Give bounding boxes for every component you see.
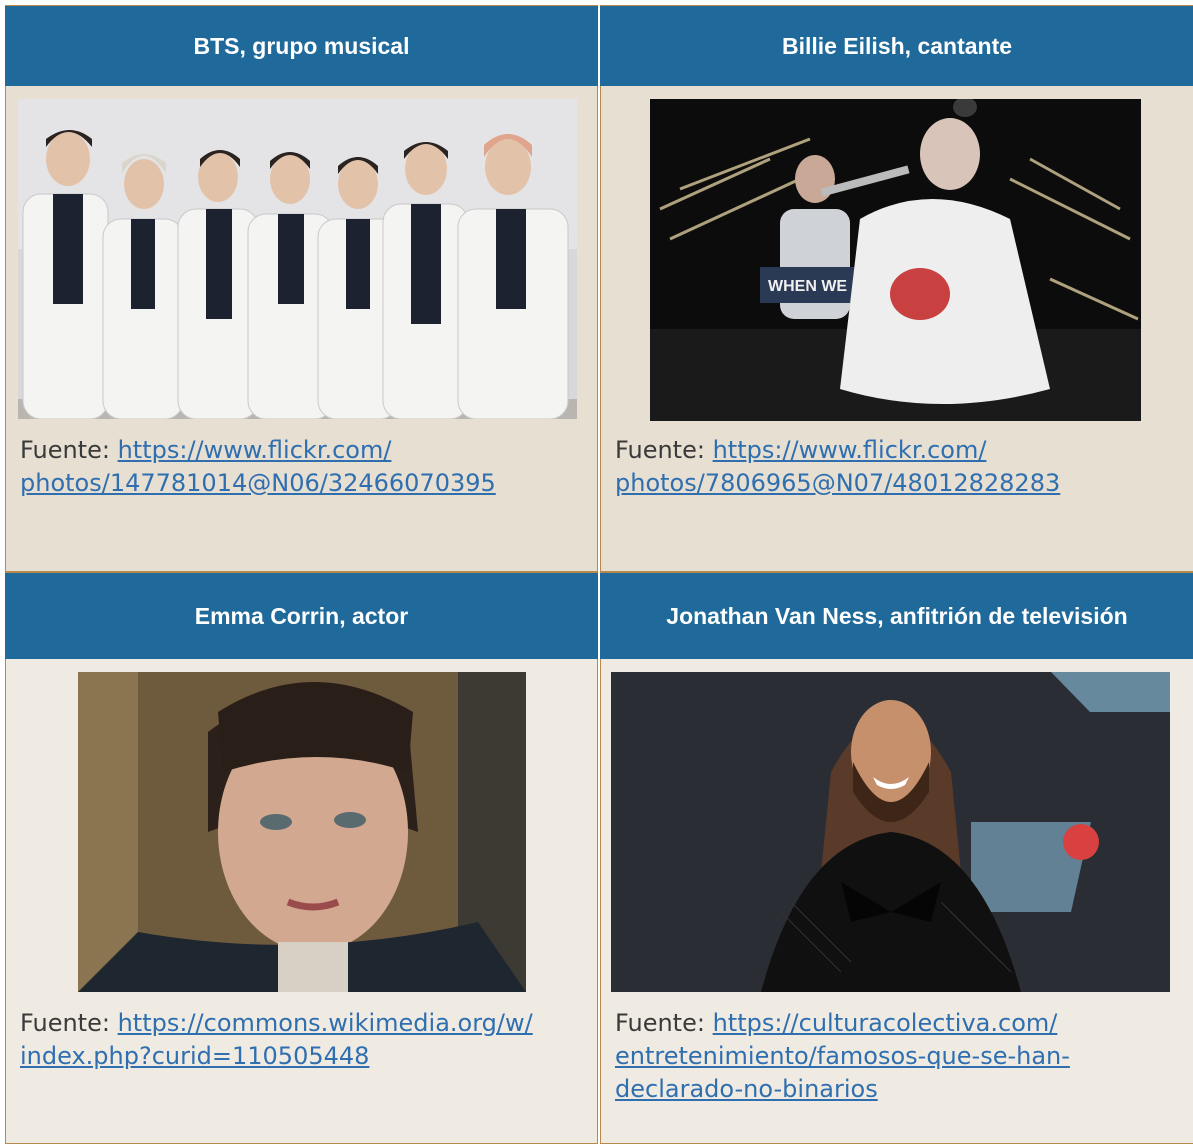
card-body-emma: Fuente: https://commons.wikimedia.org/w/… <box>5 659 598 1144</box>
card-title: Emma Corrin, actor <box>194 602 409 629</box>
card-title: Jonathan Van Ness, anfitrión de televisi… <box>666 602 1128 629</box>
source-text: Fuente: https://www.flickr.com/photos/14… <box>20 434 583 500</box>
source-label: Fuente: <box>20 1009 110 1037</box>
card-title: BTS, grupo musical <box>193 32 410 59</box>
card-header-billie: Billie Eilish, cantante <box>600 5 1193 86</box>
card-header-jonathan: Jonathan Van Ness, anfitrión de televisi… <box>600 572 1193 659</box>
source-text: Fuente: https://culturacolectiva.com/ent… <box>615 1007 1179 1106</box>
card-body-bts: Fuente: https://www.flickr.com/photos/14… <box>5 86 598 572</box>
card-header-emma: Emma Corrin, actor <box>5 572 598 659</box>
stage-sign-text: WHEN WE <box>768 278 847 295</box>
source-label: Fuente: <box>615 436 705 464</box>
emma-corrin-photo <box>78 672 526 992</box>
source-text: Fuente: https://www.flickr.com/photos/78… <box>615 434 1179 500</box>
card-body-jonathan: Fuente: https://culturacolectiva.com/ent… <box>600 659 1193 1144</box>
card-header-bts: BTS, grupo musical <box>5 5 598 86</box>
source-label: Fuente: <box>20 436 110 464</box>
bts-photo <box>18 99 577 419</box>
jonathan-van-ness-photo <box>611 672 1170 992</box>
billie-eilish-photo: WHEN WE <box>650 99 1141 421</box>
source-label: Fuente: <box>615 1009 705 1037</box>
card-body-billie: WHEN WE Fuente: https://www.flickr.com/p… <box>600 86 1193 572</box>
card-title: Billie Eilish, cantante <box>781 32 1013 59</box>
source-text: Fuente: https://commons.wikimedia.org/w/… <box>20 1007 583 1073</box>
celebrity-table: BTS, grupo musical Billie Eilish, cantan… <box>5 5 1193 1144</box>
